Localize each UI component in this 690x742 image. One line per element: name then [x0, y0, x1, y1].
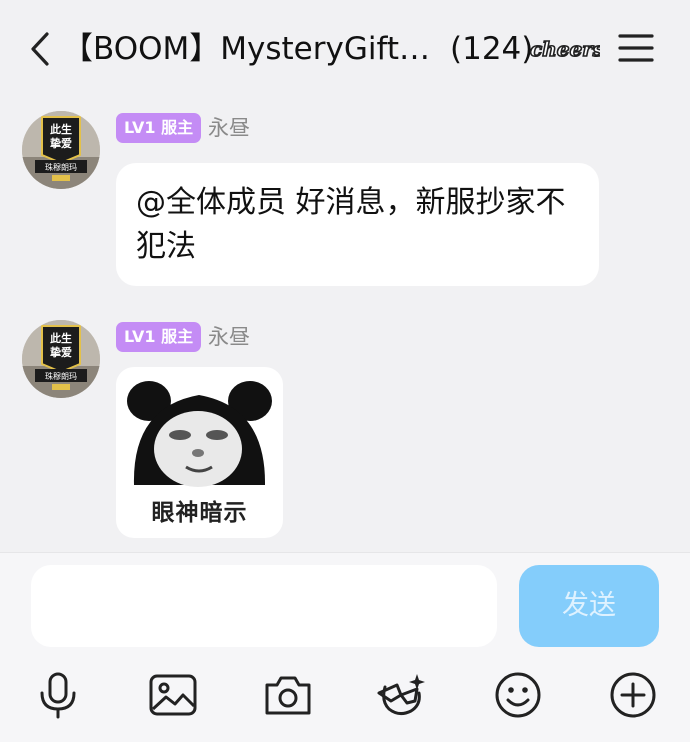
sticker-message[interactable]: 眼神暗示 — [116, 367, 283, 538]
send-button[interactable]: 发送 — [519, 565, 659, 647]
avatar[interactable]: 此生 挚爱 珠穆朗玛 — [22, 111, 100, 189]
svg-text:珠穆朗玛: 珠穆朗玛 — [45, 162, 77, 172]
chevron-left-icon[interactable] — [26, 28, 56, 70]
avatar[interactable]: 此生 挚爱 珠穆朗玛 — [22, 320, 100, 398]
emoji-icon[interactable] — [493, 671, 543, 719]
plus-icon[interactable] — [608, 671, 658, 719]
message-bubble[interactable]: @全体成员 好消息，新服抄家不犯法 — [116, 163, 599, 286]
cheers-emblem-icon: cheers — [529, 36, 600, 62]
sticker-caption: 眼神暗示 — [151, 500, 248, 526]
level-badge: LV1 服主 — [116, 322, 202, 352]
message-input[interactable] — [31, 565, 497, 647]
sender-name[interactable]: 永昼 — [208, 113, 250, 143]
sunglasses-sticker-icon[interactable] — [377, 671, 427, 719]
group-title[interactable]: 【BOOM】MysteryGift… — [62, 28, 430, 70]
chat-header: 【BOOM】MysteryGift… (124) cheers — [0, 0, 690, 96]
level-badge: LV1 服主 — [116, 113, 202, 143]
svg-text:此生: 此生 — [50, 122, 72, 136]
svg-text:挚爱: 挚爱 — [50, 136, 72, 150]
svg-text:cheers: cheers — [530, 37, 600, 61]
member-count: (124) — [450, 31, 534, 67]
svg-text:挚爱: 挚爱 — [50, 345, 72, 359]
camera-icon[interactable] — [263, 671, 313, 719]
svg-text:此生: 此生 — [50, 331, 72, 345]
svg-text:珠穆朗玛: 珠穆朗玛 — [45, 371, 77, 381]
hamburger-menu-icon[interactable] — [616, 30, 656, 66]
sender-name[interactable]: 永昼 — [208, 322, 250, 352]
input-bar: 发送 — [0, 552, 690, 742]
image-icon[interactable] — [148, 671, 198, 719]
microphone-icon[interactable] — [33, 671, 83, 719]
